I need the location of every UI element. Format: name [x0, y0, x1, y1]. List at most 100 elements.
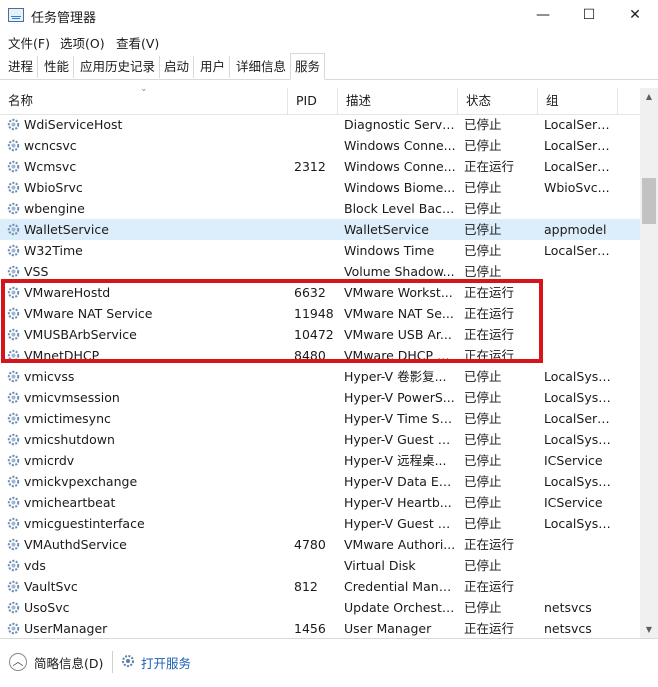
table-row[interactable]: WbioSrvc Windows Biome... 已停止 WbioSvc... — [0, 177, 640, 198]
window-title: 任务管理器 — [31, 11, 97, 26]
service-description: VMware Workst... — [344, 285, 453, 300]
service-pid — [294, 177, 338, 198]
service-gear-icon — [7, 223, 20, 236]
service-name: VMware NAT Service — [24, 306, 153, 321]
service-group: LocalSyst... — [544, 432, 614, 447]
service-group: LocalServ... — [544, 243, 614, 258]
table-row[interactable]: vmicheartbeat Hyper-V Heartb... 已停止 ICServi… — [0, 492, 640, 513]
table-row[interactable]: vmicguestinterface Hyper-V Guest S... 已停止 L… — [0, 513, 640, 534]
table-row[interactable]: WalletService WalletService 已停止 appmodel — [0, 219, 640, 240]
table-row[interactable]: vmicvmsession Hyper-V PowerS... 已停止 LocalSy… — [0, 387, 640, 408]
column-header-description[interactable]: 描述 — [338, 88, 458, 114]
service-description: Windows Conne... — [344, 138, 456, 153]
service-name: VMUSBArbService — [24, 327, 137, 342]
open-services-link[interactable]: 打开服务 — [141, 653, 191, 672]
service-description: Hyper-V 卷影复... — [344, 369, 447, 384]
table-row[interactable]: VMware NAT Service 11948 VMware NAT Se... 正… — [0, 303, 640, 324]
service-pid — [294, 366, 338, 387]
footer-bar: ︿ 简略信息(D) 打开服务 — [0, 638, 658, 687]
tab-details[interactable]: 详细信息 — [232, 56, 292, 78]
service-name: wcncsvc — [24, 138, 77, 153]
service-name: vds — [24, 558, 46, 573]
tab-services[interactable]: 服务 — [290, 53, 326, 80]
table-row[interactable]: UserManager 1456 User Manager 正在运行 netsvcs — [0, 618, 640, 638]
minimize-button[interactable]: — — [520, 0, 566, 30]
table-row[interactable]: VMUSBArbService 10472 VMware USB Ar... 正在运行 — [0, 324, 640, 345]
table-row[interactable]: VMwareHostd 6632 VMware Workst... 正在运行 — [0, 282, 640, 303]
fewer-details-button[interactable]: 简略信息(D) — [34, 653, 103, 672]
service-name: vmicrdv — [24, 453, 75, 468]
service-group — [544, 198, 614, 219]
column-header-group[interactable]: 组 — [538, 88, 618, 114]
service-name: VaultSvc — [24, 579, 78, 594]
service-name: WbioSrvc — [24, 180, 83, 195]
tab-startup[interactable]: 启动 — [160, 56, 195, 78]
service-status: 正在运行 — [464, 159, 515, 174]
service-status: 已停止 — [464, 453, 502, 468]
service-description: VMware NAT Se... — [344, 306, 454, 321]
table-row[interactable]: vmickvpexchange Hyper-V Data Ex... 已停止 Loca… — [0, 471, 640, 492]
service-description: Block Level Back... — [344, 201, 456, 216]
scroll-up-icon[interactable]: ▲ — [640, 88, 658, 105]
tab-performance[interactable]: 性能 — [40, 56, 75, 78]
menu-file[interactable]: 文件(F) — [8, 33, 50, 52]
table-row[interactable]: vmicrdv Hyper-V 远程桌... 已停止 ICService — [0, 450, 640, 471]
table-row[interactable]: wbengine Block Level Back... 已停止 — [0, 198, 640, 219]
table-row[interactable]: VSS Volume Shadow... 已停止 — [0, 261, 640, 282]
column-header-status[interactable]: 状态 — [458, 88, 538, 114]
service-pid — [294, 198, 338, 219]
service-group — [544, 576, 614, 597]
table-row[interactable]: W32Time Windows Time 已停止 LocalServ... — [0, 240, 640, 261]
tab-bar: 进程 性能 应用历史记录 启动 用户 详细信息 服务 — [0, 52, 658, 80]
services-gear-icon[interactable] — [120, 653, 136, 669]
service-name: VMwareHostd — [24, 285, 111, 300]
table-row[interactable]: wcncsvc Windows Conne... 已停止 LocalServ... — [0, 135, 640, 156]
service-group: ICService — [544, 453, 603, 468]
service-group — [544, 261, 614, 282]
tab-users[interactable]: 用户 — [196, 56, 231, 78]
table-row[interactable]: UsoSvc Update Orchestr... 已停止 netsvcs — [0, 597, 640, 618]
service-pid: 11948 — [294, 306, 334, 321]
table-row[interactable]: VMAuthdService 4780 VMware Authori... 正在运行 — [0, 534, 640, 555]
table-row[interactable]: Wcmsvc 2312 Windows Conne... 正在运行 LocalServ.… — [0, 156, 640, 177]
service-status: 正在运行 — [464, 306, 515, 321]
service-group: LocalServ... — [544, 138, 614, 153]
service-pid: 4780 — [294, 537, 326, 552]
service-gear-icon — [7, 118, 20, 131]
service-gear-icon — [7, 475, 20, 488]
menu-options[interactable]: 选项(O) — [60, 33, 105, 52]
service-description: Virtual Disk — [344, 558, 416, 573]
service-name: VSS — [24, 264, 49, 279]
service-name: W32Time — [24, 243, 83, 258]
close-button[interactable]: ✕ — [612, 0, 658, 30]
title-bar: 任务管理器 — ☐ ✕ — [0, 0, 658, 30]
maximize-button[interactable]: ☐ — [566, 0, 612, 30]
table-row[interactable]: VaultSvc 812 Credential Mana... 正在运行 — [0, 576, 640, 597]
tab-app-history[interactable]: 应用历史记录 — [76, 56, 161, 78]
scrollbar-thumb[interactable] — [642, 178, 656, 224]
footer-divider — [112, 651, 113, 673]
service-gear-icon — [7, 433, 20, 446]
chevron-up-icon[interactable]: ︿ — [9, 653, 27, 671]
vertical-scrollbar[interactable]: ▲ ▼ — [640, 88, 658, 638]
service-group: ICService — [544, 495, 603, 510]
service-group: LocalServ... — [544, 117, 614, 132]
service-description: Hyper-V Guest S... — [344, 432, 456, 447]
table-row[interactable]: vmicshutdown Hyper-V Guest S... 已停止 LocalSy… — [0, 429, 640, 450]
service-gear-icon — [7, 160, 20, 173]
service-status: 已停止 — [464, 516, 502, 531]
table-row[interactable]: VMnetDHCP 8480 VMware DHCP S... 正在运行 — [0, 345, 640, 366]
scroll-down-icon[interactable]: ▼ — [640, 621, 658, 638]
service-gear-icon — [7, 139, 20, 152]
column-header-pid[interactable]: PID — [288, 88, 338, 114]
service-group — [544, 345, 614, 366]
menu-view[interactable]: 查看(V) — [116, 33, 159, 52]
table-row[interactable]: vds Virtual Disk 已停止 — [0, 555, 640, 576]
table-row[interactable]: vmictimesync Hyper-V Time Sy... 已停止 LocalSe… — [0, 408, 640, 429]
table-row[interactable]: WdiServiceHost Diagnostic Servi... 已停止 Loca… — [0, 114, 640, 135]
service-status: 已停止 — [464, 180, 502, 195]
service-group — [544, 282, 614, 303]
table-row[interactable]: vmicvss Hyper-V 卷影复... 已停止 LocalSyst... — [0, 366, 640, 387]
tab-processes[interactable]: 进程 — [4, 56, 39, 78]
service-pid — [294, 219, 338, 240]
